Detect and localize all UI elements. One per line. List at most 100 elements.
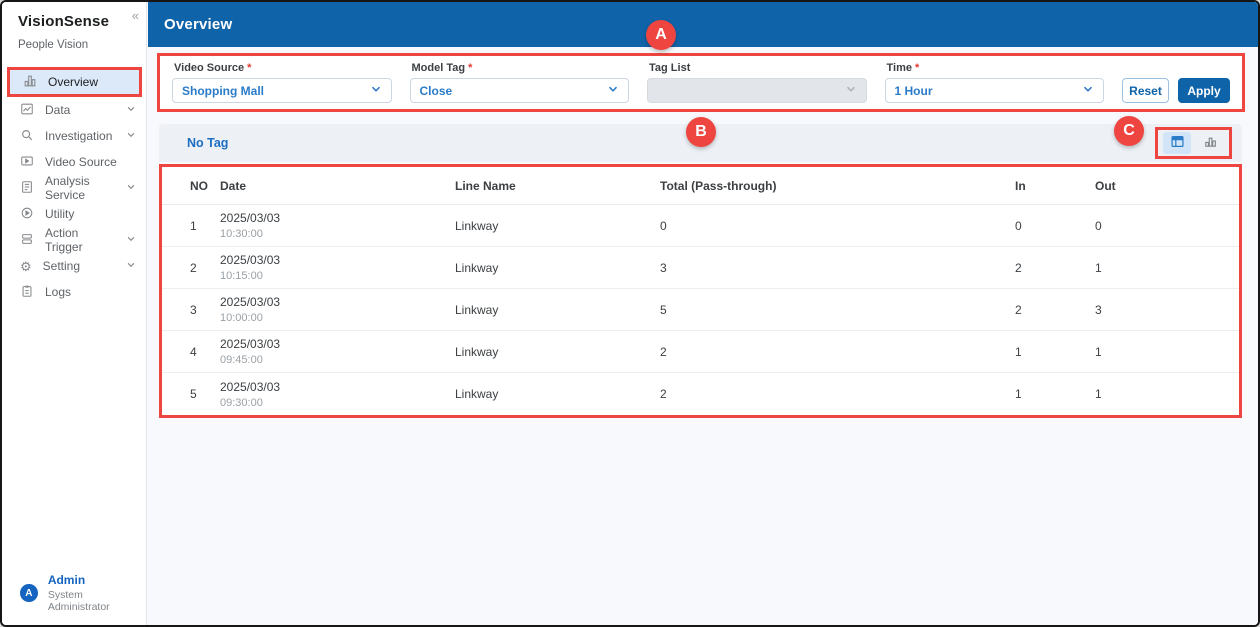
cell-date: 2025/03/03 09:45:00 [220, 337, 281, 366]
cell-out: 0 [1095, 218, 1102, 233]
play-circle-icon [20, 206, 34, 223]
clipboard-icon [20, 284, 34, 301]
cell-total: 0 [660, 218, 667, 233]
cell-in: 0 [1015, 218, 1022, 233]
sidebar-item-logs[interactable]: Logs [2, 279, 146, 305]
cell-out: 3 [1095, 302, 1102, 317]
table-view-button[interactable] [1163, 132, 1191, 154]
layers-icon [20, 232, 34, 249]
sidebar-item-overview[interactable]: Overview [7, 67, 142, 97]
chevron-down-icon [126, 181, 136, 195]
cell-no: 3 [190, 302, 197, 317]
reset-button[interactable]: Reset [1122, 78, 1169, 103]
video-source-label: Video Source * [174, 62, 252, 74]
model-tag-field: Model Tag * Close [409, 60, 629, 103]
data-chart-icon [20, 102, 34, 119]
time-select[interactable]: 1 Hour [884, 78, 1104, 103]
video-source-select[interactable]: Shopping Mall [172, 78, 392, 103]
cell-no: 5 [190, 387, 197, 401]
cell-no: 2 [190, 260, 197, 275]
required-marker: * [914, 62, 920, 74]
tag-list-field: Tag List [647, 60, 867, 103]
app-title: VisionSense [18, 13, 110, 30]
tag-list-label: Tag List [649, 62, 691, 74]
cell-date: 2025/03/03 09:30:00 [220, 379, 281, 409]
sidebar-item-utility[interactable]: Utility [2, 201, 146, 227]
sidebar-item-label: Investigation [45, 129, 113, 143]
cell-line: Linkway [455, 260, 499, 275]
page-header: Overview [148, 2, 1258, 47]
cell-out: 1 [1095, 344, 1102, 359]
sidebar-item-setting[interactable]: ⚙ Setting [2, 253, 146, 279]
chevron-down-icon [126, 103, 136, 117]
table-view-icon [1170, 134, 1185, 152]
results-table: NO Date Line Name Total (Pass-through) I… [159, 164, 1242, 418]
sidebar-collapse-icon[interactable]: « [132, 8, 139, 23]
cell-line: Linkway [455, 218, 499, 233]
cell-in: 1 [1015, 344, 1022, 359]
sidebar-item-label: Video Source [45, 155, 117, 169]
sidebar-item-video-source[interactable]: Video Source [2, 149, 146, 175]
filter-actions: Reset Apply [1122, 78, 1230, 103]
sidebar-item-label: Setting [42, 259, 81, 273]
chevron-down-icon [845, 83, 857, 98]
cell-out: 1 [1095, 260, 1102, 275]
required-marker: * [468, 62, 473, 74]
chevron-down-icon [126, 233, 136, 247]
table-row[interactable]: 2 2025/03/03 10:15:00 Linkway 3 2 1 [162, 247, 1239, 289]
apply-button[interactable]: Apply [1178, 78, 1230, 103]
page-title: Overview [164, 16, 233, 33]
col-line-name: Line Name [455, 178, 516, 193]
user-role: System Administrator [47, 589, 110, 613]
cell-date: 2025/03/03 10:30:00 [220, 211, 281, 240]
sidebar-item-data[interactable]: Data [2, 97, 146, 123]
col-out: Out [1095, 178, 1116, 193]
table-row[interactable]: 5 2025/03/03 09:30:00 Linkway 2 1 1 [162, 373, 1239, 415]
col-date: Date [220, 178, 247, 193]
chart-view-button[interactable] [1196, 132, 1224, 154]
cell-in: 2 [1015, 302, 1022, 317]
cell-no: 1 [190, 218, 197, 233]
user-profile[interactable]: A Admin System Administrator [2, 573, 146, 613]
sidebar-item-label: Utility [45, 207, 75, 221]
col-total: Total (Pass-through) [660, 178, 777, 193]
sidebar-item-investigation[interactable]: Investigation [2, 123, 146, 149]
bar-chart-icon [1203, 134, 1218, 152]
model-tag-select[interactable]: Close [409, 78, 629, 103]
cell-total: 2 [660, 344, 667, 359]
sidebar-item-label: Data [45, 103, 71, 117]
filter-bar: Video Source * Shopping Mall Model Tag * C… [157, 53, 1245, 112]
tag-group-label: No Tag [187, 136, 229, 150]
sidebar-nav: Overview Data Investigation Video Source… [2, 67, 146, 305]
gear-icon: ⚙ [20, 258, 32, 274]
cell-date: 2025/03/03 10:15:00 [220, 253, 281, 282]
search-icon [20, 128, 34, 145]
col-in: In [1015, 178, 1026, 193]
sidebar-item-label: Analysis Service [45, 174, 90, 202]
cell-total: 3 [660, 260, 667, 275]
cell-line: Linkway [455, 302, 499, 317]
annotation-badge-b: B [686, 117, 716, 147]
sidebar-item-analysis-service[interactable]: Analysis Service [2, 174, 146, 202]
cell-in: 1 [1015, 387, 1022, 401]
cell-total: 2 [660, 387, 667, 401]
annotation-badge-c: C [1114, 116, 1144, 146]
cell-date: 2025/03/03 10:00:00 [220, 295, 281, 324]
video-source-field: Video Source * Shopping Mall [172, 60, 392, 103]
table-row[interactable]: 1 2025/03/03 10:30:00 Linkway 0 0 0 [162, 205, 1239, 247]
chevron-down-icon [126, 259, 136, 273]
view-toggle-group [1155, 127, 1232, 159]
time-label: Time * [886, 62, 920, 74]
chevron-down-icon [607, 83, 619, 98]
cell-no: 4 [190, 344, 197, 359]
table-row[interactable]: 4 2025/03/03 09:45:00 Linkway 2 1 1 [162, 331, 1239, 373]
sidebar-item-label: Logs [45, 285, 72, 299]
app-window: VisionSense People Vision « Overview Dat… [0, 0, 1260, 627]
sidebar-item-action-trigger[interactable]: Action Trigger [2, 226, 146, 254]
chevron-down-icon [370, 83, 382, 98]
sidebar-item-label: Overview [48, 75, 99, 89]
sidebar-header: VisionSense People Vision « [2, 2, 146, 51]
model-tag-label: Model Tag * [411, 62, 473, 74]
table-row[interactable]: 3 2025/03/03 10:00:00 Linkway 5 2 3 [162, 289, 1239, 331]
chevron-down-icon [126, 129, 136, 143]
